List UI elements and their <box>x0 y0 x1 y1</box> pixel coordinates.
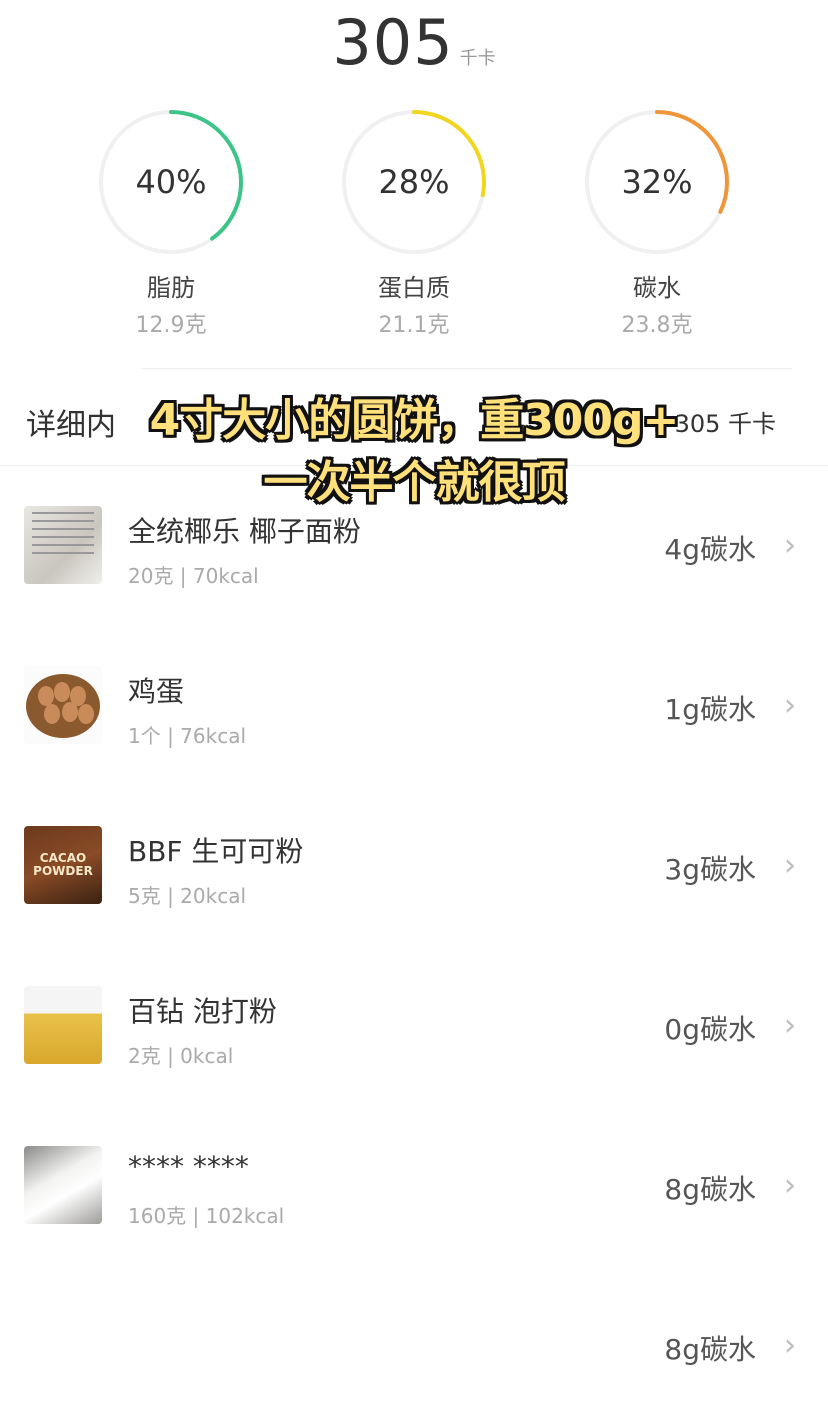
food-name: BBF 生可可粉 <box>128 835 304 868</box>
egg-thumbnail <box>24 666 102 744</box>
food-carbs: 8g碳水 <box>664 1333 756 1366</box>
overlay-caption-line1: 4寸大小的圆饼，重300g+ <box>149 395 680 446</box>
cream-thumbnail <box>24 1146 102 1224</box>
total-calories: 305 千卡 <box>0 6 828 79</box>
food-item-unlabeled[interactable]: 8g碳水 › <box>0 1268 828 1428</box>
chevron-right-icon: › <box>784 528 796 563</box>
food-item-cacao-powder[interactable]: CACAO POWDER BBF 生可可粉 5克 | 20kcal 3g碳水 › <box>0 788 828 948</box>
food-item-baking-powder[interactable]: 百钻 泡打粉 2克 | 0kcal 0g碳水 › <box>0 948 828 1108</box>
food-amount: 160克 | 102kcal <box>128 1204 285 1228</box>
protein-percent: 28% <box>378 163 450 201</box>
chevron-right-icon: › <box>784 688 796 723</box>
macro-fat: 40% 脂肪 12.9克 <box>96 108 246 339</box>
divider <box>142 368 792 369</box>
macro-protein: 28% 蛋白质 21.1克 <box>339 108 489 339</box>
food-name: 鸡蛋 <box>128 675 185 708</box>
chevron-right-icon: › <box>784 1328 796 1363</box>
baking-powder-thumbnail <box>24 986 102 1064</box>
food-name: **** **** <box>128 1150 249 1183</box>
food-carbs: 4g碳水 <box>664 533 756 566</box>
food-carbs: 0g碳水 <box>664 1013 756 1046</box>
total-calories-value: 305 <box>332 6 454 79</box>
food-item-coconut-flour[interactable]: 全统椰乐 椰子面粉 20克 | 70kcal 4g碳水 › <box>0 468 828 628</box>
food-name: 百钻 泡打粉 <box>128 995 277 1028</box>
fat-grams: 12.9克 <box>135 313 207 338</box>
chevron-right-icon: › <box>784 1008 796 1043</box>
coconut-flour-thumbnail <box>24 506 102 584</box>
protein-grams: 21.1克 <box>378 313 450 338</box>
fat-percent: 40% <box>135 163 207 201</box>
food-amount: 1个 | 76kcal <box>128 724 247 748</box>
chevron-right-icon: › <box>784 1168 796 1203</box>
food-amount: 20克 | 70kcal <box>128 564 259 588</box>
food-carbs: 3g碳水 <box>664 853 756 886</box>
food-amount: 2克 | 0kcal <box>128 1044 234 1068</box>
food-name: 全统椰乐 椰子面粉 <box>128 515 361 548</box>
chevron-right-icon: › <box>784 848 796 883</box>
food-carbs: 1g碳水 <box>664 693 756 726</box>
protein-label: 蛋白质 <box>378 274 450 302</box>
carbs-grams: 23.8克 <box>621 313 693 338</box>
fat-label: 脂肪 <box>147 274 195 302</box>
food-item-egg[interactable]: 鸡蛋 1个 | 76kcal 1g碳水 › <box>0 628 828 788</box>
food-carbs: 8g碳水 <box>664 1173 756 1206</box>
carbs-label: 碳水 <box>633 274 681 302</box>
cacao-powder-thumbnail: CACAO POWDER <box>24 826 102 904</box>
total-calories-unit: 千卡 <box>459 48 496 69</box>
food-item-cream[interactable]: **** **** 160克 | 102kcal 8g碳水 › <box>0 1108 828 1268</box>
macro-carbs: 32% 碳水 23.8克 <box>582 108 732 339</box>
carbs-percent: 32% <box>621 163 693 201</box>
food-amount: 5克 | 20kcal <box>128 884 247 908</box>
